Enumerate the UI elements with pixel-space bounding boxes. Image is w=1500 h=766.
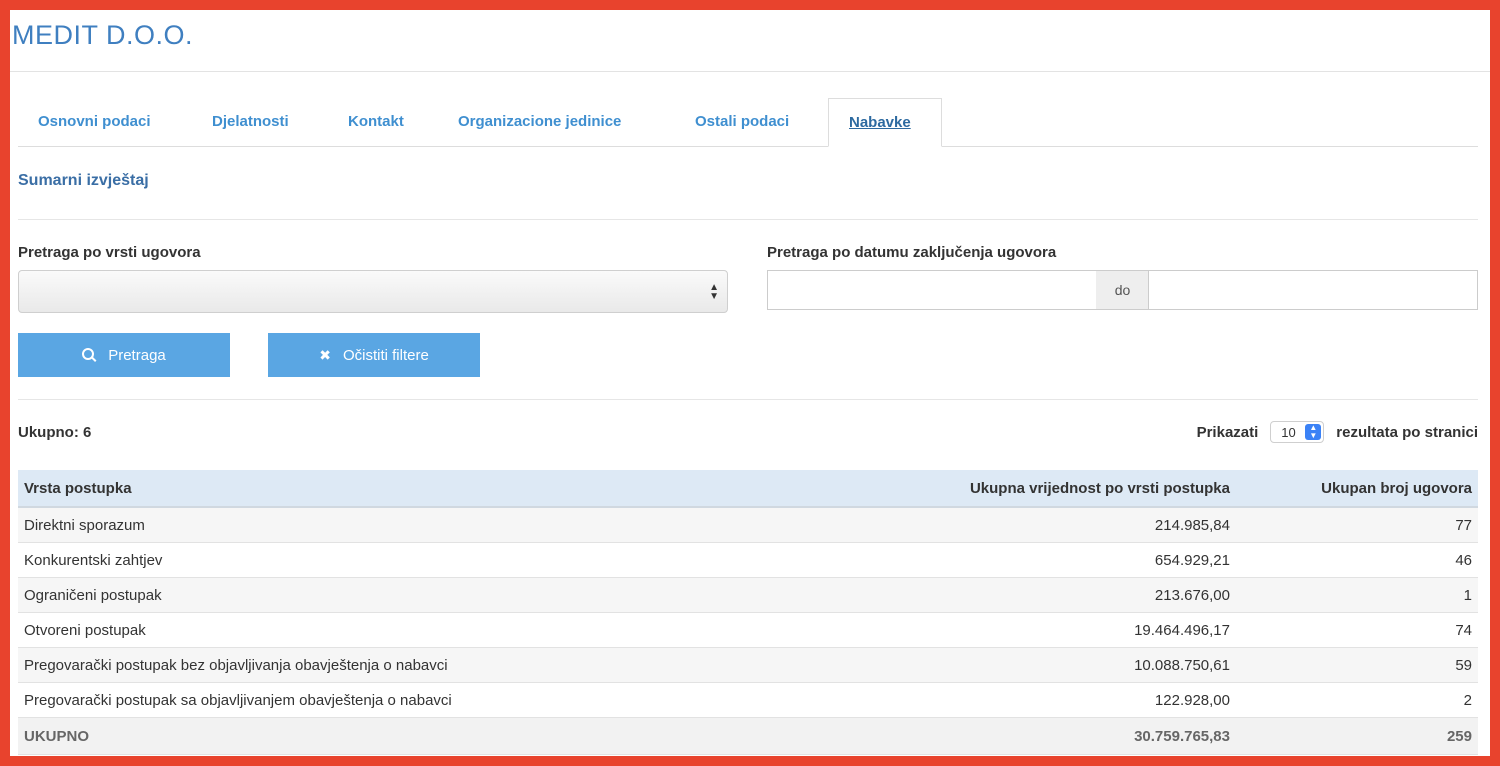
cell-procedure-type: Direktni sporazum [18,507,771,543]
per-page-label: rezultata po stranici [1336,423,1478,441]
cell-contract-count: 59 [1236,647,1478,683]
date-range-label: Pretraga po datumu zaključenja ugovora [767,244,1057,261]
contract-type-label: Pretraga po vrsti ugovora [18,244,201,261]
clear-filters-label: Očistiti filtere [342,346,429,364]
cell-contract-count: 77 [1236,507,1478,543]
tab-organizacione-jedinice[interactable]: Organizacione jedinice [438,98,641,146]
clear-filters-button[interactable]: ✖ Očistiti filtere [268,333,480,377]
results-divider [18,399,1478,400]
table-row: Direktni sporazum 214.985,84 77 [18,507,1478,543]
search-button[interactable]: Pretraga [18,333,230,377]
column-header-procedure-type[interactable]: Vrsta postupka [18,470,771,508]
section-title: Sumarni izvještaj [18,172,149,189]
cell-contract-count: 46 [1236,542,1478,578]
page-size-select[interactable]: 10 ▲ ▼ [1270,421,1325,443]
cell-total-label: UKUPNO [18,717,771,755]
select-arrows-icon: ▲ ▼ [709,282,719,302]
cell-total-value: 122.928,00 [770,682,1236,718]
tab-ostali-podaci[interactable]: Ostali podaci [675,98,809,146]
cell-total-value: 214.985,84 [770,507,1236,543]
table-row: Konkurentski zahtjev 654.929,21 46 [18,542,1478,578]
tab-bar: Osnovni podaci Djelatnosti Kontakt Organ… [18,98,1478,147]
table-row: Pregovarački postupak sa objavljivanjem … [18,682,1478,718]
cell-procedure-type: Ograničeni postupak [18,577,771,613]
tab-kontakt[interactable]: Kontakt [328,98,424,146]
column-header-contract-count[interactable]: Ukupan broj ugovora [1236,470,1478,508]
page-frame: MEDIT D.O.O. Osnovni podaci Djelatnosti … [10,10,1490,756]
page-title: MEDIT D.O.O. [12,20,194,50]
cell-grand-total-value: 30.759.765,83 [770,717,1236,755]
column-header-total-value[interactable]: Ukupna vrijednost po vrsti postupka [770,470,1236,508]
table-row: Pregovarački postupak bez objavljivanja … [18,647,1478,683]
cell-total-value: 654.929,21 [770,542,1236,578]
table-total-row: UKUPNO 30.759.765,83 259 [18,717,1478,755]
cell-grand-total-count: 259 [1236,717,1478,755]
close-icon: ✖ [319,346,331,363]
results-total-count: Ukupno: 6 [18,424,92,441]
section-divider [18,219,1478,220]
table-row: Ograničeni postupak 213.676,00 1 [18,577,1478,613]
tab-djelatnosti[interactable]: Djelatnosti [192,98,309,146]
date-range-separator: do [1096,270,1149,310]
tab-osnovni-podaci[interactable]: Osnovni podaci [18,98,171,146]
cell-total-value: 213.676,00 [770,577,1236,613]
chevron-updown-icon: ▲ ▼ [1305,424,1322,440]
cell-procedure-type: Pregovarački postupak sa objavljivanjem … [18,682,771,718]
cell-contract-count: 2 [1236,682,1478,718]
page-size-control: Prikazati 10 ▲ ▼ rezultata po stranici [1197,421,1478,443]
results-table: Vrsta postupka Ukupna vrijednost po vrst… [18,470,1478,755]
table-header-row: Vrsta postupka Ukupna vrijednost po vrst… [18,470,1478,508]
cell-contract-count: 1 [1236,577,1478,613]
search-icon [82,348,95,360]
header-divider [10,71,1490,72]
page-size-value: 10 [1281,425,1296,440]
cell-total-value: 10.088.750,61 [770,647,1236,683]
contract-type-select[interactable]: ▲ ▼ [18,270,728,313]
date-to-input[interactable] [1148,270,1478,310]
cell-contract-count: 74 [1236,612,1478,648]
cell-procedure-type: Otvoreni postupak [18,612,771,648]
cell-procedure-type: Konkurentski zahtjev [18,542,771,578]
table-row: Otvoreni postupak 19.464.496,17 74 [18,612,1478,648]
cell-procedure-type: Pregovarački postupak bez objavljivanja … [18,647,771,683]
search-button-label: Pretraga [108,346,166,364]
page-size-label: Prikazati [1196,423,1259,441]
cell-total-value: 19.464.496,17 [770,612,1236,648]
date-from-input[interactable] [767,270,1097,310]
tab-nabavke[interactable]: Nabavke [828,98,942,147]
